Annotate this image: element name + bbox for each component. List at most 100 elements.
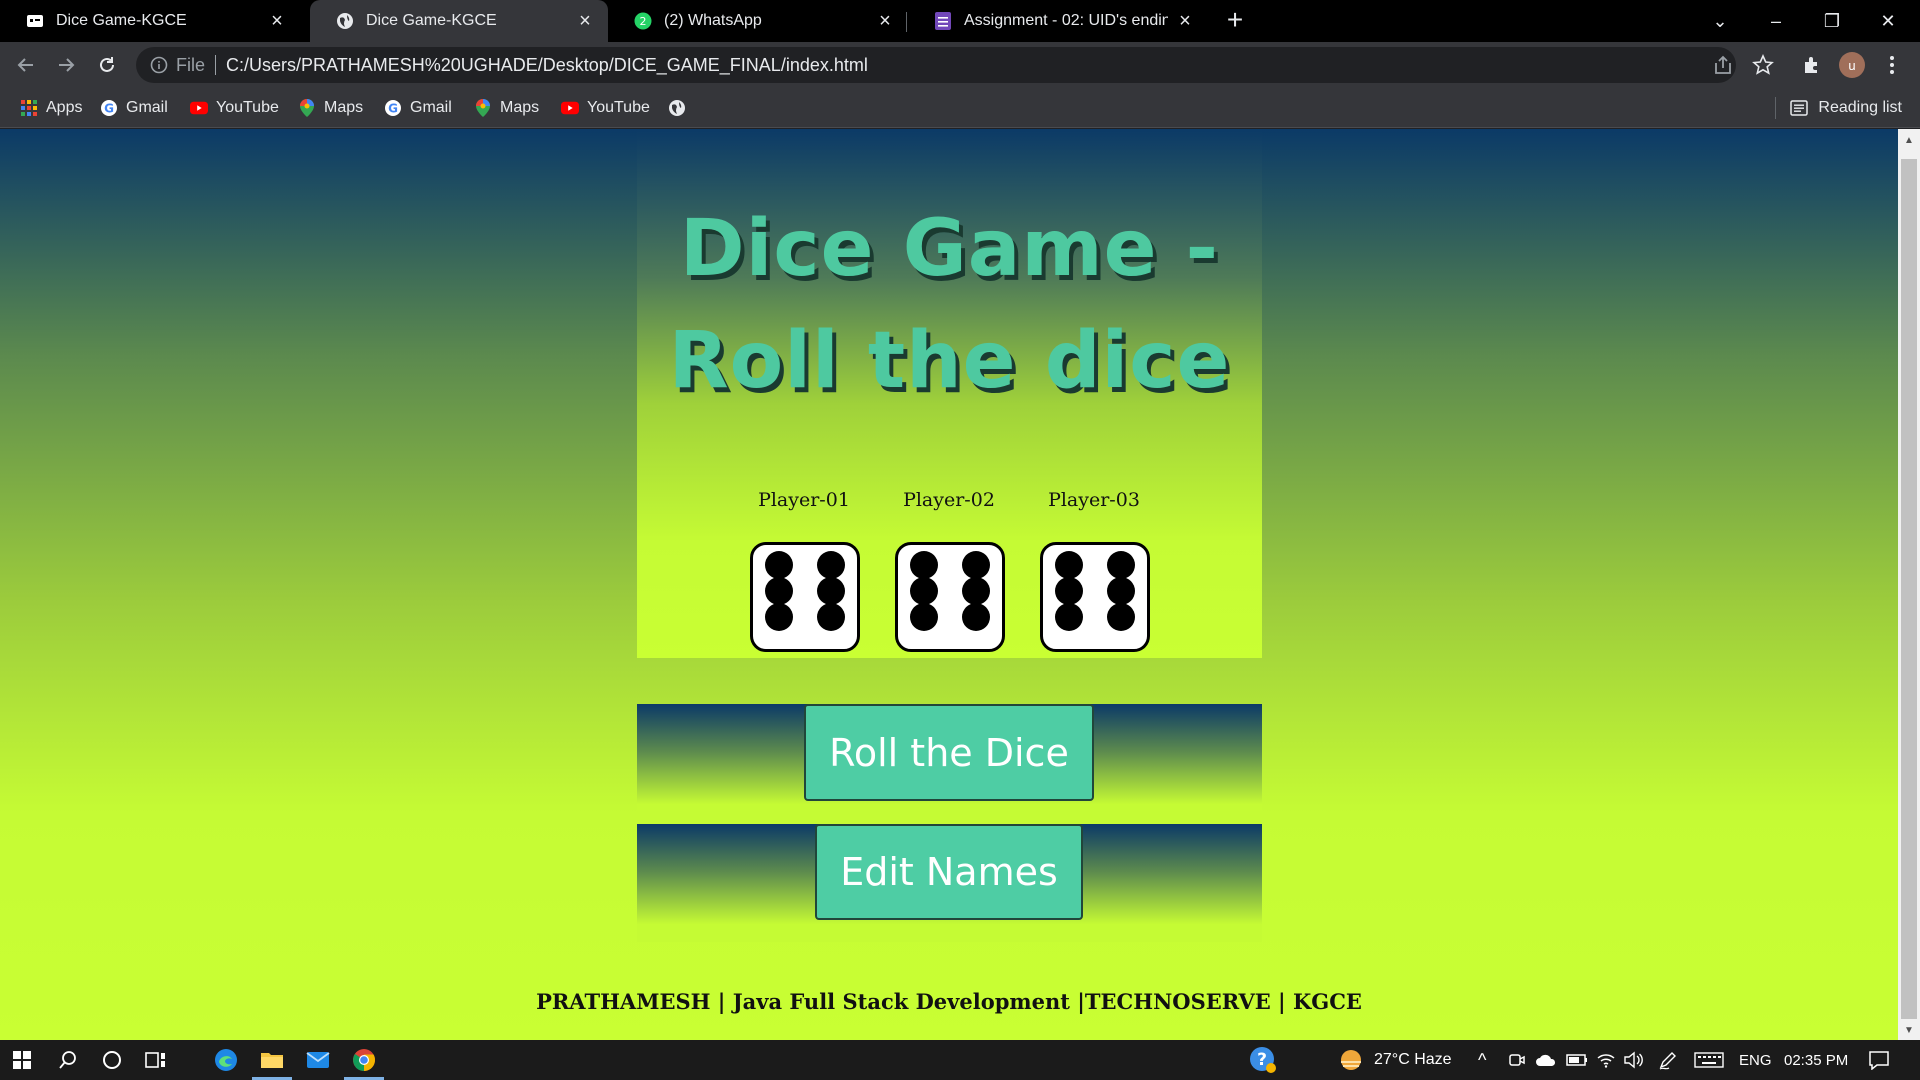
die-pip [1055, 551, 1083, 579]
pen-icon[interactable] [1658, 1040, 1678, 1080]
chrome-icon[interactable] [342, 1040, 386, 1080]
die-pip [910, 577, 938, 605]
bookmark-globe[interactable] [668, 96, 694, 120]
tab-separator [906, 12, 907, 32]
bookmark-maps[interactable]: Maps [298, 96, 363, 120]
bookmark-gmail-2[interactable]: G Gmail [384, 96, 452, 120]
die-pip [817, 603, 845, 631]
new-tab-button[interactable]: + [1222, 6, 1248, 34]
die-pip [910, 551, 938, 579]
roll-dice-button[interactable]: Roll the Dice [804, 704, 1094, 801]
die-pip [1107, 603, 1135, 631]
info-icon[interactable] [150, 56, 168, 74]
weather-widget[interactable]: 27°C Haze [1338, 1040, 1452, 1080]
bookmarks-bar: Apps G Gmail YouTube Maps G Gmail Maps Y [0, 88, 1920, 128]
die-pip [1055, 603, 1083, 631]
page-viewport: Dice Game - Roll the dice Player-01 Play… [0, 129, 1898, 1040]
player-1-name: Player-01 [758, 489, 850, 511]
notification-center-icon[interactable] [1868, 1040, 1890, 1080]
bookmark-label: YouTube [216, 99, 279, 116]
file-explorer-icon[interactable] [250, 1040, 294, 1080]
forms-icon [934, 12, 952, 30]
page-scrollbar[interactable]: ▲ ▼ [1898, 129, 1920, 1040]
game-card: Dice Game - Roll the dice Player-01 Play… [637, 129, 1262, 658]
address-bar[interactable]: File C:/Users/PRATHAMESH%20UGHADE/Deskto… [136, 47, 1736, 83]
die-pip [765, 551, 793, 579]
edit-names-button[interactable]: Edit Names [815, 824, 1083, 920]
bookmark-apps[interactable]: Apps [20, 96, 82, 120]
tab-dice-game-2[interactable]: Dice Game-KGCE × [310, 0, 608, 42]
reload-icon[interactable] [91, 49, 123, 81]
bookmark-label: Apps [46, 99, 83, 116]
windows-start-icon[interactable] [0, 1040, 44, 1080]
tab-whatsapp[interactable]: 2 (2) WhatsApp × [608, 0, 908, 42]
die-pip [962, 603, 990, 631]
tab-search-icon[interactable]: ⌄ [1692, 0, 1748, 42]
player-2-name: Player-02 [903, 489, 995, 511]
close-tab-icon[interactable]: × [876, 11, 894, 31]
touch-keyboard-icon[interactable] [1694, 1040, 1724, 1080]
extensions-icon[interactable] [1796, 49, 1828, 81]
youtube-icon [190, 99, 208, 117]
title-line-1: Dice Game - [679, 204, 1220, 294]
wifi-icon[interactable] [1596, 1040, 1616, 1080]
tab-title: Assignment - 02: UID's ending wi [964, 12, 1168, 29]
restore-icon[interactable]: ❐ [1804, 0, 1860, 42]
bookmark-youtube[interactable]: YouTube [190, 96, 279, 120]
bookmark-youtube-2[interactable]: YouTube [561, 96, 650, 120]
task-view-icon[interactable] [134, 1040, 178, 1080]
weather-text: 27°C Haze [1374, 1051, 1452, 1068]
scroll-up-arrow-icon[interactable]: ▲ [1903, 135, 1915, 146]
url-divider [215, 55, 217, 75]
avatar: u [1839, 52, 1865, 78]
player-1-die [750, 542, 860, 652]
url-scheme: File [176, 54, 206, 75]
clock[interactable]: 02:35 PM [1784, 1040, 1848, 1080]
url-text[interactable]: C:/Users/PRATHAMESH%20UGHADE/Desktop/DIC… [226, 55, 868, 76]
profile-avatar[interactable]: u [1836, 49, 1868, 81]
close-tab-icon[interactable]: × [268, 11, 286, 31]
language-indicator[interactable]: ENG [1739, 1040, 1772, 1080]
show-hidden-icons-chevron-icon[interactable]: ^ [1478, 1040, 1486, 1080]
tab-dice-game-1[interactable]: Dice Game-KGCE × [0, 0, 300, 42]
title-line-2: Roll the dice [668, 316, 1231, 406]
scroll-down-arrow-icon[interactable]: ▼ [1903, 1025, 1915, 1036]
bookmark-gmail[interactable]: G Gmail [100, 96, 168, 120]
die-pip [817, 577, 845, 605]
back-icon[interactable] [10, 49, 42, 81]
die-pip [1055, 577, 1083, 605]
bookmark-star-icon[interactable] [1752, 54, 1774, 76]
cortana-icon[interactable] [90, 1040, 134, 1080]
bookmark-label: Gmail [410, 99, 452, 116]
scrollbar-thumb[interactable] [1901, 159, 1917, 1019]
help-icon[interactable]: ? [1248, 1040, 1278, 1080]
close-window-icon[interactable]: ✕ [1860, 0, 1916, 42]
onedrive-icon[interactable] [1535, 1040, 1557, 1080]
edge-icon[interactable] [204, 1040, 248, 1080]
die-pip [962, 577, 990, 605]
die-pip [910, 603, 938, 631]
minimize-icon[interactable]: – [1748, 0, 1804, 42]
meet-now-icon[interactable] [1508, 1040, 1526, 1080]
svg-text:2: 2 [640, 15, 647, 28]
menu-kebab-icon[interactable] [1876, 49, 1908, 81]
forward-icon[interactable] [50, 49, 82, 81]
close-tab-icon[interactable]: × [576, 11, 594, 31]
tab-title: Dice Game-KGCE [56, 12, 187, 29]
svg-text:?: ? [1257, 1050, 1267, 1070]
player-3-die [1040, 542, 1150, 652]
close-tab-icon[interactable]: × [1176, 11, 1194, 31]
die-pip [765, 577, 793, 605]
bookmarks-divider [1775, 97, 1777, 119]
tab-assignment[interactable]: Assignment - 02: UID's ending wi × [908, 0, 1208, 42]
reading-list-button[interactable]: Reading list [1775, 96, 1902, 120]
share-icon[interactable] [1712, 54, 1734, 76]
die-pip [817, 551, 845, 579]
mail-icon[interactable] [296, 1040, 340, 1080]
reading-list-label: Reading list [1818, 99, 1902, 116]
volume-icon[interactable] [1623, 1040, 1643, 1080]
svg-text:G: G [388, 102, 398, 116]
bookmark-maps-2[interactable]: Maps [474, 96, 539, 120]
battery-icon[interactable] [1566, 1040, 1588, 1080]
search-icon[interactable] [46, 1040, 90, 1080]
